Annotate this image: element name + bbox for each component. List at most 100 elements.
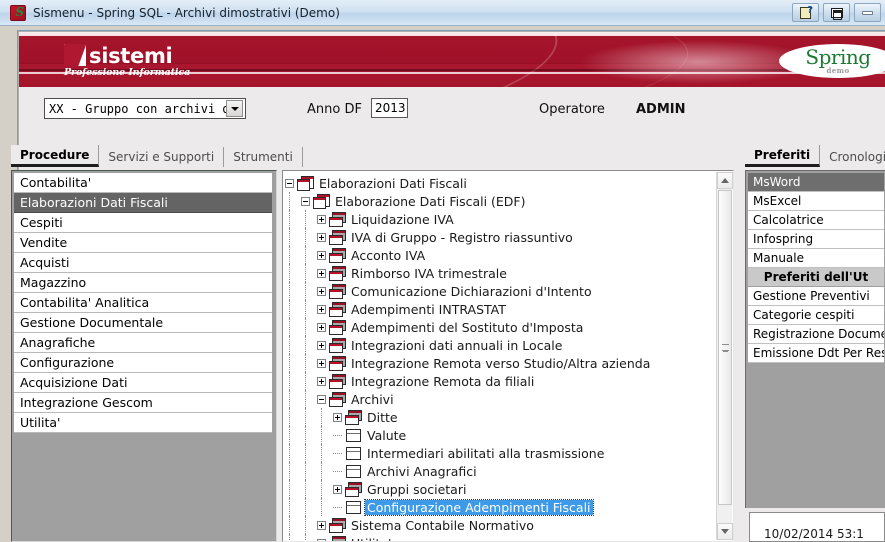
tree-node[interactable]: Acconto IVA <box>285 246 715 264</box>
tree-node-label: Rimborso IVA trimestrale <box>351 265 507 281</box>
list-item[interactable]: Contabilita' <box>14 173 272 193</box>
expand-icon[interactable] <box>333 484 342 494</box>
favorite-item[interactable]: Manuale <box>748 249 884 268</box>
tree-node[interactable]: Integrazione Remota da filiali <box>285 372 715 390</box>
tree-node[interactable]: Utilita' <box>285 534 715 541</box>
list-item[interactable]: Contabilita' Analitica <box>14 293 272 313</box>
tree-node[interactable]: Liquidazione IVA <box>285 210 715 228</box>
expand-icon[interactable] <box>317 322 326 332</box>
tree-node[interactable]: Elaborazione Dati Fiscali (EDF) <box>285 192 715 210</box>
tree-node[interactable]: Integrazione Remota verso Studio/Altra a… <box>285 354 715 372</box>
favorite-item-label: Infospring <box>753 232 814 246</box>
tab-servizi-e-supporti[interactable]: Servizi e Supporti <box>99 147 225 167</box>
list-item[interactable]: Elaborazioni Dati Fiscali <box>14 193 272 213</box>
list-item[interactable]: Vendite <box>14 233 272 253</box>
tree-panel[interactable]: Elaborazioni Dati Fiscali Elaborazione Da… <box>282 170 734 542</box>
procedure-list-panel[interactable]: Contabilita' Elaborazioni Dati Fiscali Ces… <box>11 170 277 542</box>
favorite-item[interactable]: MsWord <box>748 173 884 192</box>
tree-node[interactable]: Archivi Anagrafici <box>285 462 715 480</box>
tree-node[interactable]: Configurazione Adempimenti Fiscali <box>285 498 715 516</box>
expand-icon[interactable] <box>317 520 326 530</box>
list-item[interactable]: Anagrafiche <box>14 333 272 353</box>
list-item[interactable]: Acquisti <box>14 253 272 273</box>
expand-icon[interactable] <box>317 358 326 368</box>
list-item[interactable]: Utilita' <box>14 413 272 433</box>
context-toolbar: XX - Gruppo con archivi d Anno DF 2013 O… <box>19 87 885 131</box>
minimize-button[interactable] <box>854 3 881 22</box>
favorite-item-label: Registrazione Documen <box>753 327 884 341</box>
operatore-value: ADMIN <box>636 102 686 117</box>
favorite-item-label: Emissione Ddt Per Resi <box>753 346 884 360</box>
favorite-item[interactable]: Registrazione Documen <box>748 325 884 344</box>
expand-icon[interactable] <box>317 286 326 296</box>
list-item[interactable]: Magazzino <box>14 273 272 293</box>
favorite-item[interactable]: Emissione Ddt Per Resi <box>748 344 884 363</box>
tab-procedure[interactable]: Procedure <box>11 145 100 167</box>
tree-node[interactable]: Rimborso IVA trimestrale <box>285 264 715 282</box>
tree-node[interactable]: Gruppi societari <box>285 480 715 498</box>
sistemi-mark-icon <box>64 44 86 66</box>
tab-preferiti[interactable]: Preferiti <box>745 145 821 167</box>
tree-node[interactable]: Integrazioni dati annuali in Locale <box>285 336 715 354</box>
collapse-icon[interactable] <box>317 394 326 404</box>
expand-icon[interactable] <box>317 538 326 541</box>
list-item[interactable]: Cespiti <box>14 213 272 233</box>
tree-node[interactable]: Ditte <box>285 408 715 426</box>
favorite-item[interactable]: Categorie cespiti <box>748 306 884 325</box>
scroll-down-button[interactable] <box>717 523 733 540</box>
tree-node[interactable]: Adempimenti del Sostituto d'Imposta <box>285 318 715 336</box>
list-item[interactable]: Acquisizione Dati <box>14 373 272 393</box>
folder-icon <box>329 536 346 541</box>
expand-icon[interactable] <box>317 232 326 242</box>
tree-scrollbar[interactable] <box>716 172 733 540</box>
folder-icon <box>329 374 346 389</box>
favorite-item[interactable]: Calcolatrice <box>748 211 884 230</box>
favorites-panel[interactable]: MsWord MsExcel Calcolatrice Infospring Manua… <box>745 170 885 508</box>
document-icon <box>345 500 361 514</box>
tree-node[interactable]: Intermediari abilitati alla trasmissione <box>285 444 715 462</box>
tree-node[interactable]: Archivi <box>285 390 715 408</box>
tree-node[interactable]: Valute <box>285 426 715 444</box>
tab-cronologia[interactable]: Cronologia <box>820 147 885 167</box>
list-item[interactable]: Configurazione <box>14 353 272 373</box>
help-button[interactable] <box>792 3 819 22</box>
expand-icon[interactable] <box>317 250 326 260</box>
favorite-item[interactable]: MsExcel <box>748 192 884 211</box>
favorite-item[interactable]: Gestione Preventivi <box>748 287 884 306</box>
expand-icon[interactable] <box>317 214 326 224</box>
collapse-icon[interactable] <box>285 178 294 188</box>
tree-node[interactable]: Sistema Contabile Normativo <box>285 516 715 534</box>
collapse-icon[interactable] <box>301 196 310 206</box>
tree-indent <box>285 318 317 336</box>
expand-icon[interactable] <box>333 412 342 422</box>
favorite-item-label: MsExcel <box>753 194 802 208</box>
list-item[interactable]: Integrazione Gescom <box>14 393 272 413</box>
chevron-down-icon[interactable] <box>226 100 243 117</box>
list-item[interactable]: Gestione Documentale <box>14 313 272 333</box>
tree-guide-line <box>305 516 306 534</box>
expand-icon[interactable] <box>317 340 326 350</box>
tree-node[interactable]: IVA di Gruppo - Registro riassuntivo <box>285 228 715 246</box>
favorites-section-header: Preferiti dell'Ut <box>748 268 884 287</box>
expand-icon[interactable] <box>317 376 326 386</box>
expand-icon[interactable] <box>317 304 326 314</box>
group-select[interactable]: XX - Gruppo con archivi d <box>44 98 246 119</box>
tree-guide-line <box>289 498 290 516</box>
tree-node-label: Liquidazione IVA <box>351 211 454 227</box>
tree-guide-line <box>305 462 306 480</box>
scroll-up-button[interactable] <box>717 172 733 189</box>
expand-icon[interactable] <box>317 268 326 278</box>
tree-node[interactable]: Elaborazioni Dati Fiscali <box>285 174 715 192</box>
anno-df-input[interactable]: 2013 <box>371 98 408 118</box>
restore-button[interactable] <box>823 3 850 22</box>
scroll-thumb[interactable] <box>718 190 732 505</box>
tab-strumenti[interactable]: Strumenti <box>224 147 303 167</box>
tree-node[interactable]: Adempimenti INTRASTAT <box>285 300 715 318</box>
folder-icon <box>329 320 346 335</box>
tab-label: Preferiti <box>754 147 811 162</box>
help-icon <box>800 5 813 19</box>
folder-icon <box>329 212 346 227</box>
favorite-item[interactable]: Infospring <box>748 230 884 249</box>
favorite-item-label: MsWord <box>753 175 801 189</box>
tree-node[interactable]: Comunicazione Dichiarazioni d'Intento <box>285 282 715 300</box>
